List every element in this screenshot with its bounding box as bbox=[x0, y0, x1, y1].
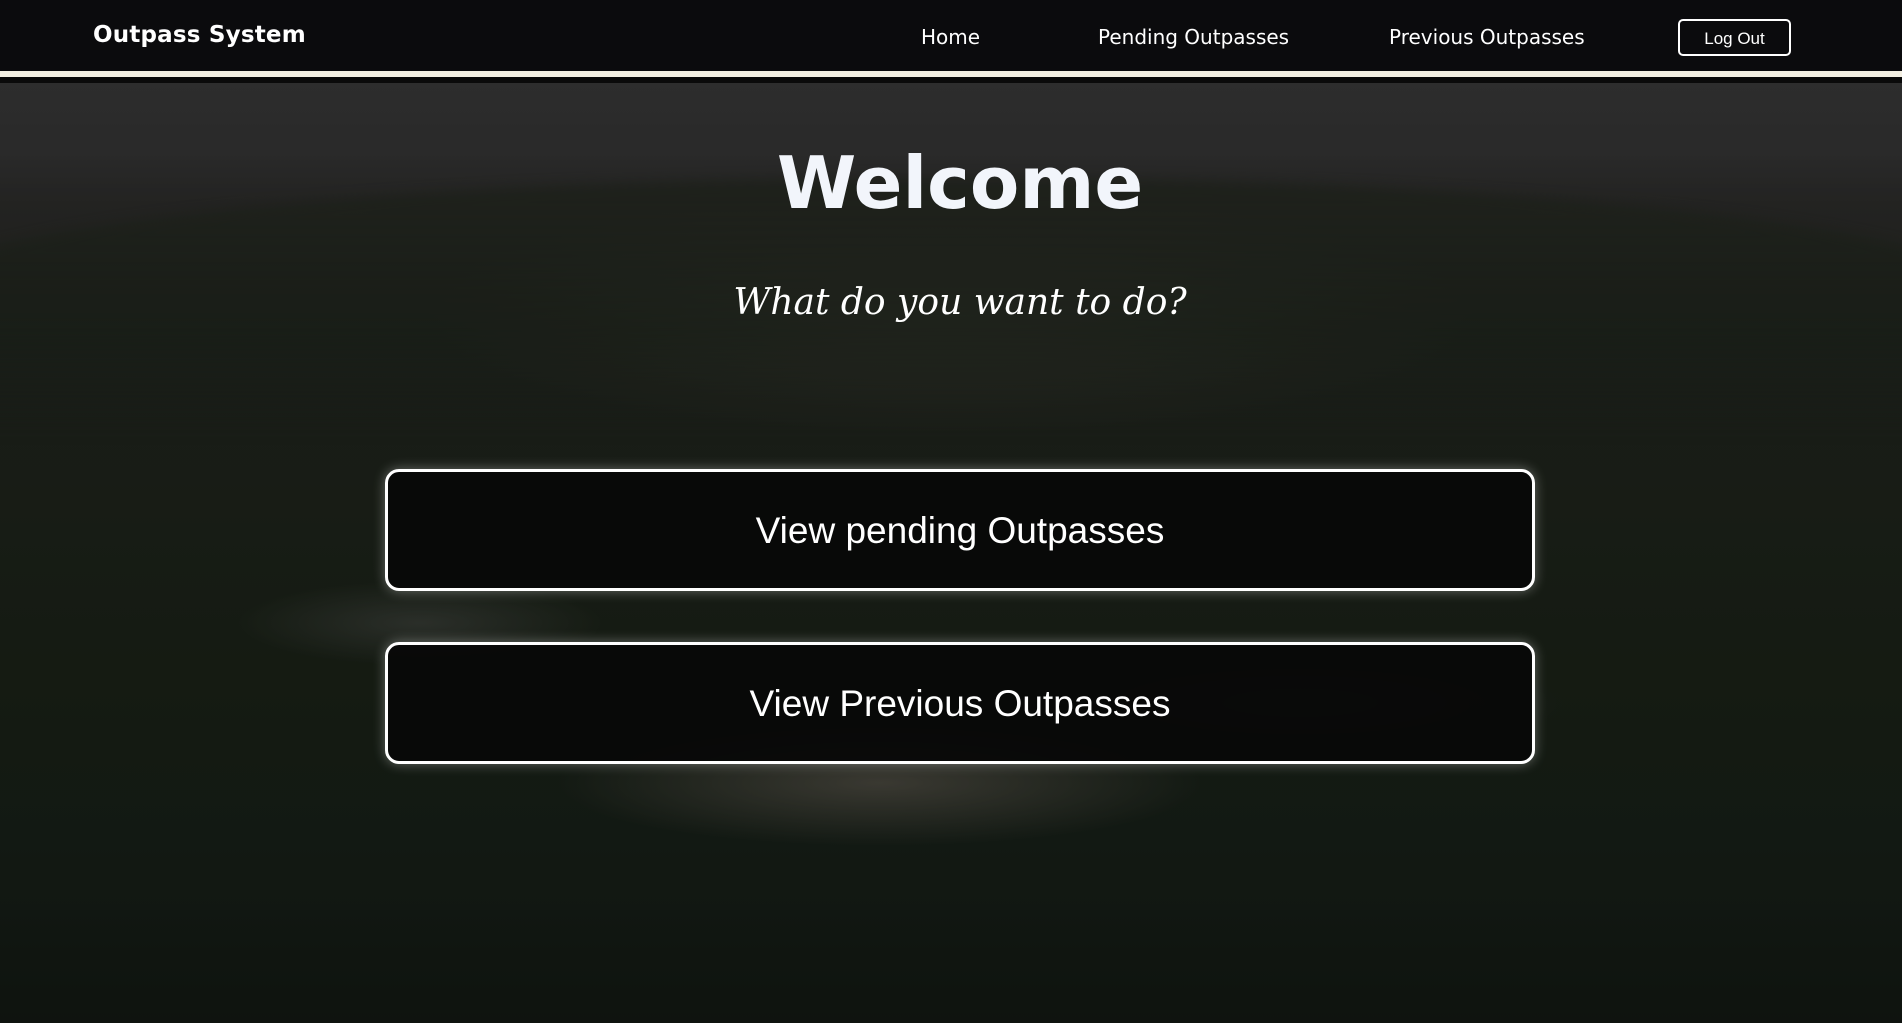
brand-title[interactable]: Outpass System bbox=[93, 22, 306, 48]
page-title: Welcome bbox=[776, 141, 1144, 225]
logout-button[interactable]: Log Out bbox=[1678, 19, 1791, 56]
nav-link-pending-outpasses[interactable]: Pending Outpasses bbox=[1098, 25, 1289, 49]
page-subtitle: What do you want to do? bbox=[733, 282, 1187, 323]
view-pending-outpasses-button[interactable]: View pending Outpasses bbox=[385, 469, 1535, 591]
nav-link-previous-outpasses[interactable]: Previous Outpasses bbox=[1389, 25, 1585, 49]
navbar: Outpass System Home Pending Outpasses Pr… bbox=[0, 0, 1902, 77]
nav-link-home[interactable]: Home bbox=[921, 25, 980, 49]
view-previous-outpasses-button[interactable]: View Previous Outpasses bbox=[385, 642, 1535, 764]
